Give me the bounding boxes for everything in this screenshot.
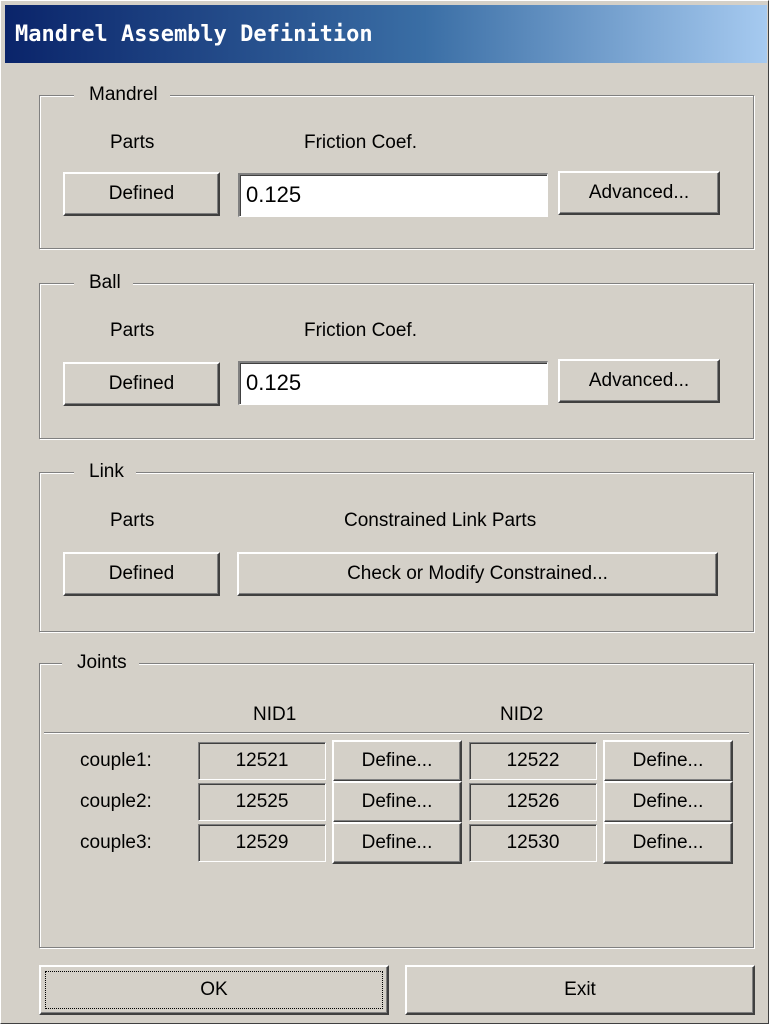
mandrel-friction-input[interactable]: 0.125 — [238, 173, 548, 217]
couple3-nid2-define-button[interactable]: Define... — [603, 822, 733, 864]
couple2-nid2-field: 12526 — [469, 783, 597, 821]
joints-group: Joints NID1 NID2 couple1: 12521 Define..… — [39, 650, 754, 948]
title-bar[interactable]: Mandrel Assembly Definition — [5, 5, 767, 63]
nid2-header: NID2 — [500, 704, 544, 725]
ball-legend: Ball — [74, 270, 133, 296]
mandrel-parts-defined-button[interactable]: Defined — [63, 172, 220, 216]
link-parts-label: Parts — [110, 510, 155, 531]
mandrel-parts-label: Parts — [110, 132, 155, 153]
couple2-nid2-define-button[interactable]: Define... — [603, 781, 733, 823]
nid1-header: NID1 — [253, 704, 297, 725]
mandrel-advanced-button[interactable]: Advanced... — [558, 171, 720, 215]
couple3-nid2-field: 12530 — [469, 824, 597, 862]
ball-friction-input[interactable]: 0.125 — [238, 361, 548, 405]
mandrel-legend: Mandrel — [74, 82, 170, 108]
ball-parts-label: Parts — [110, 320, 155, 341]
couple2-nid1-define-button[interactable]: Define... — [332, 781, 462, 823]
couple3-nid1-field: 12529 — [198, 824, 326, 862]
exit-button[interactable]: Exit — [405, 965, 755, 1015]
ok-button[interactable]: OK — [39, 965, 389, 1015]
ball-friction-label: Friction Coef. — [304, 320, 417, 341]
couple3-label: couple3: — [80, 832, 152, 853]
couple1-nid2-field: 12522 — [469, 742, 597, 780]
couple2-nid1-field: 12525 — [198, 783, 326, 821]
couple1-nid1-define-button[interactable]: Define... — [332, 740, 462, 782]
joints-header-separator — [44, 732, 749, 734]
window-title: Mandrel Assembly Definition — [15, 22, 373, 47]
ball-group: Ball Parts Friction Coef. Defined 0.125 … — [39, 270, 754, 439]
ball-advanced-button[interactable]: Advanced... — [558, 359, 720, 403]
dialog-window: Mandrel Assembly Definition Mandrel Part… — [0, 0, 769, 1024]
couple3-nid1-define-button[interactable]: Define... — [332, 822, 462, 864]
joints-legend: Joints — [62, 650, 139, 676]
check-modify-constrained-button[interactable]: Check or Modify Constrained... — [237, 552, 718, 596]
couple2-label: couple2: — [80, 791, 152, 812]
mandrel-friction-label: Friction Coef. — [304, 132, 417, 153]
link-constrained-label: Constrained Link Parts — [344, 510, 537, 531]
link-group: Link Parts Constrained Link Parts Define… — [39, 459, 754, 632]
couple1-nid2-define-button[interactable]: Define... — [603, 740, 733, 782]
mandrel-group: Mandrel Parts Friction Coef. Defined 0.1… — [39, 82, 754, 249]
ball-parts-defined-button[interactable]: Defined — [63, 362, 220, 406]
couple1-label: couple1: — [80, 750, 152, 771]
focus-indicator — [45, 971, 383, 1009]
link-legend: Link — [74, 459, 136, 485]
couple1-nid1-field: 12521 — [198, 742, 326, 780]
link-parts-defined-button[interactable]: Defined — [63, 552, 220, 596]
